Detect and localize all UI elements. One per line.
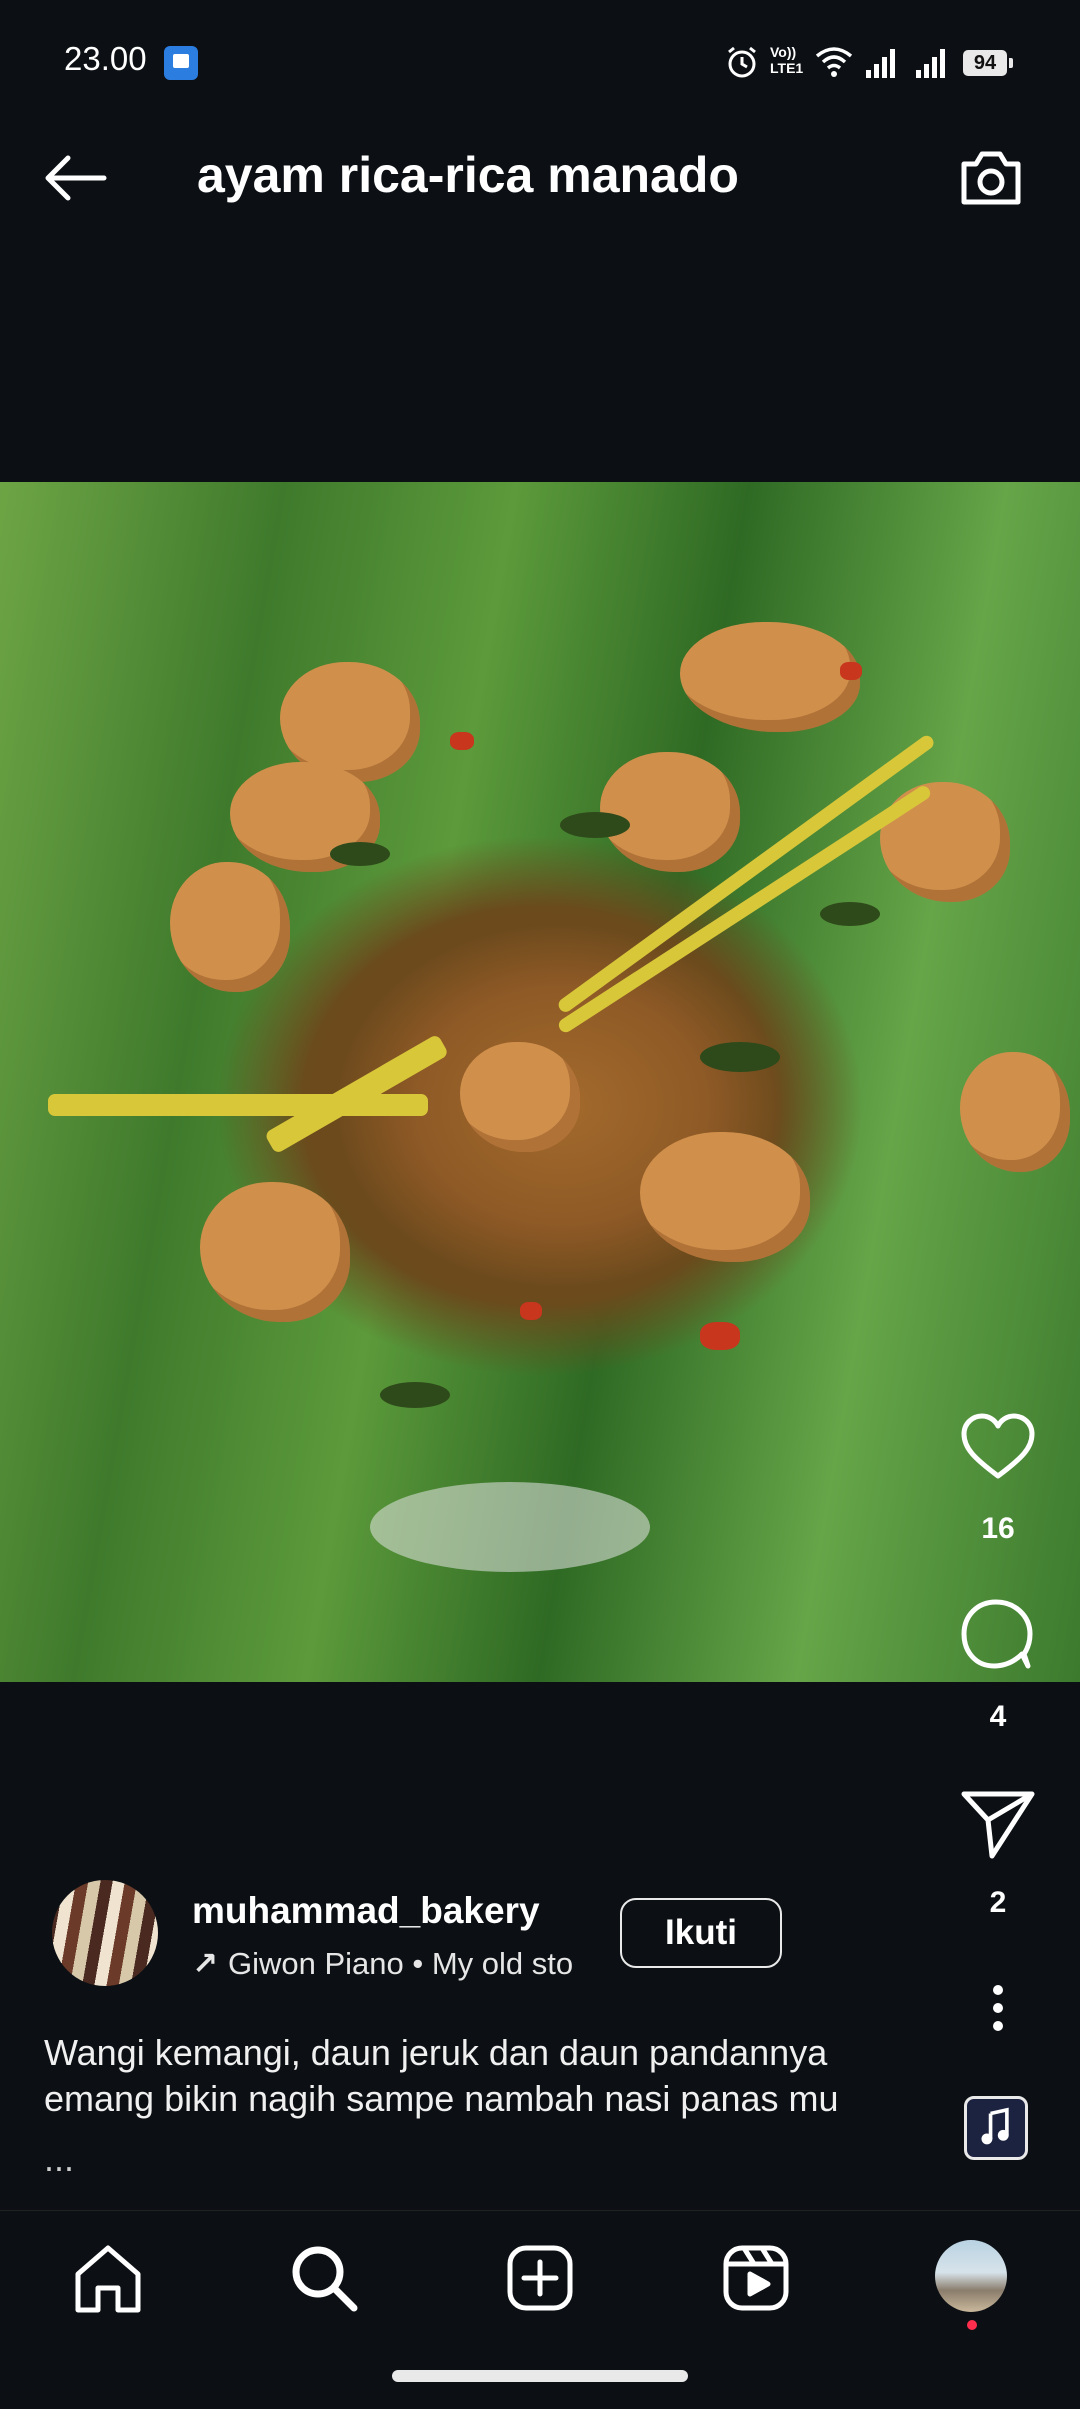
post-caption[interactable]: Wangi kemangi, daun jeruk dan daun panda… — [44, 2030, 924, 2122]
home-indicator[interactable] — [392, 2370, 688, 2382]
back-button[interactable] — [40, 146, 112, 210]
nav-home[interactable] — [68, 2238, 148, 2318]
heart-icon — [961, 1413, 1035, 1479]
author-username[interactable]: muhammad_bakery — [192, 1890, 540, 1932]
more-vertical-icon — [993, 1985, 1003, 2031]
comment-button[interactable] — [956, 1594, 1040, 1674]
notification-dot — [967, 2320, 977, 2330]
more-options-button[interactable] — [956, 1980, 1040, 2040]
add-post-icon — [507, 2245, 573, 2311]
arrow-left-icon — [45, 155, 107, 201]
app-notification-icon — [164, 46, 198, 80]
home-icon — [75, 2245, 141, 2313]
like-button[interactable] — [956, 1408, 1040, 1488]
audio-title: Giwon Piano • My old sto — [227, 1946, 574, 1981]
reels-icon — [723, 2245, 789, 2311]
alarm-icon — [728, 46, 756, 78]
signal-icon — [916, 49, 945, 78]
camera-button[interactable] — [956, 146, 1026, 210]
audio-attribution[interactable]: ↗ Giwon Piano • My old sto — [192, 1946, 592, 1982]
page-title: ayam rica-rica manado — [197, 147, 739, 203]
nav-reels[interactable] — [716, 2238, 796, 2318]
follow-button[interactable]: Ikuti — [620, 1898, 782, 1968]
nav-create[interactable] — [500, 2238, 580, 2318]
volte-icon: Vo)) LTE1 — [770, 44, 804, 76]
comment-bubble-icon — [961, 1599, 1033, 1669]
nav-search[interactable] — [284, 2238, 364, 2318]
share-button[interactable] — [956, 1784, 1040, 1864]
music-note-icon — [981, 2107, 1009, 2145]
camera-icon — [961, 151, 1021, 205]
signal-icon — [866, 49, 895, 78]
nav-profile[interactable] — [935, 2240, 1007, 2312]
caption-more[interactable]: ... — [44, 2138, 74, 2180]
status-bar: 23.00 Vo)) LTE1 94 — [0, 0, 1080, 110]
paper-plane-icon — [961, 1791, 1035, 1859]
battery-icon: 94 — [963, 50, 1013, 76]
status-time: 23.00 — [64, 40, 147, 77]
comment-count: 4 — [989, 1700, 1007, 1733]
share-count: 2 — [989, 1886, 1007, 1919]
post-photo[interactable] — [0, 482, 1080, 1682]
search-icon — [292, 2246, 358, 2312]
wifi-icon — [815, 47, 853, 77]
like-count: 16 — [981, 1512, 1015, 1545]
audio-thumbnail-button[interactable] — [964, 2096, 1028, 2160]
arrow-up-right-icon: ↗ — [192, 1946, 218, 1981]
author-avatar[interactable] — [52, 1880, 158, 1986]
